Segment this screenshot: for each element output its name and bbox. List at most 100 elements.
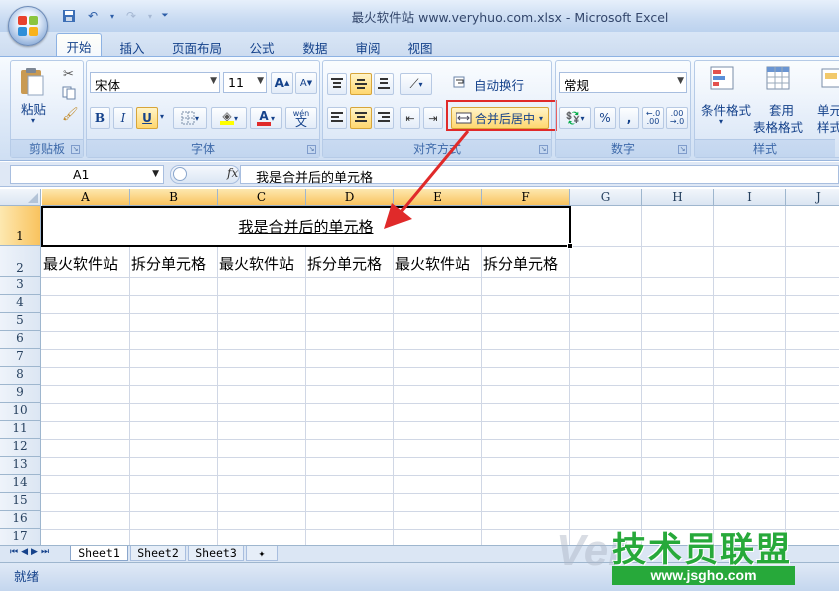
underline-dropdown-icon[interactable]: ▾ [160,112,164,121]
comma-button[interactable]: , [619,107,639,129]
select-all-corner[interactable] [0,189,41,206]
row-header-14[interactable]: 14 [0,475,41,493]
tab-home[interactable]: 开始 [56,33,102,57]
number-launcher-icon[interactable]: ↘ [678,145,687,154]
sheet-nav-icons[interactable]: ⏮◀▶⏭ [10,547,52,557]
borders-button[interactable]: ▾ [173,107,207,129]
grow-font-button[interactable]: A ▲ [271,72,293,94]
insert-function-icon[interactable]: fx [227,166,238,180]
font-name-select[interactable]: 宋体 ▼ [90,72,220,93]
increase-decimal-button[interactable]: ←.0 .00 [642,107,664,129]
row-header-7[interactable]: 7 [0,349,41,367]
redo-dropdown-icon[interactable]: ▾ [146,7,154,25]
row-header-10[interactable]: 10 [0,403,41,421]
align-center-button[interactable] [350,107,372,129]
conditional-format-button[interactable]: 条件格式 [701,100,751,119]
row-header-9[interactable]: 9 [0,385,41,403]
row-header-13[interactable]: 13 [0,457,41,475]
bold-button[interactable]: B [90,107,110,129]
align-middle-button[interactable] [350,73,372,95]
font-color-button[interactable]: A ▾ [250,107,282,129]
row-header-6[interactable]: 6 [0,331,41,349]
clipboard-launcher-icon[interactable]: ↘ [71,145,80,154]
cell-b2[interactable]: 拆分单元格 [131,253,217,274]
tab-data[interactable]: 数据 [296,35,334,57]
sheet-tab-3[interactable]: Sheet3 [188,546,244,561]
align-top-button[interactable] [327,73,347,95]
fill-handle[interactable] [567,243,573,249]
undo-dropdown-icon[interactable]: ▾ [108,7,116,25]
row-header-5[interactable]: 5 [0,313,41,331]
name-box-dropdown-icon[interactable]: ▼ [152,169,159,179]
align-middle-icon [355,79,367,89]
customize-toolbar-icon[interactable]: ⏷ [160,7,170,25]
font-launcher-icon[interactable]: ↘ [307,145,316,154]
tab-page-layout[interactable]: 页面布局 [165,35,229,57]
currency-button[interactable]: 💱 ▾ [559,107,591,129]
col-header-f[interactable]: F [482,189,570,206]
tab-insert[interactable]: 插入 [112,35,152,57]
col-header-c[interactable]: C [218,189,306,206]
sheet-tab-1[interactable]: Sheet1 [70,546,128,561]
formula-input[interactable]: 我是合并后的单元格 [240,165,839,186]
paste-icon[interactable] [19,67,45,97]
redo-icon[interactable]: ↷ [122,7,140,25]
align-bottom-button[interactable] [374,73,394,95]
row-header-3[interactable]: 3 [0,277,41,295]
row-header-8[interactable]: 8 [0,367,41,385]
orientation-button[interactable]: ⟋ ▾ [400,73,432,95]
cell-f2[interactable]: 拆分单元格 [483,253,569,274]
save-icon[interactable] [60,7,78,25]
tab-formulas[interactable]: 公式 [243,35,281,57]
format-table-line2[interactable]: 表格格式 [753,117,803,136]
shrink-font-button[interactable]: A ▼ [295,72,317,94]
fill-color-button[interactable]: ◈ ▾ [211,107,247,129]
font-size-select[interactable]: 11 ▼ [223,72,267,93]
col-header-a[interactable]: A [42,189,130,206]
cell-e2[interactable]: 最火软件站 [395,253,481,274]
conditional-dropdown-icon[interactable]: ▾ [719,117,723,126]
col-header-i[interactable]: I [714,189,786,206]
row-header-17[interactable]: 17 [0,529,41,545]
col-header-j[interactable]: J [786,189,839,206]
percent-button[interactable]: % [594,107,616,129]
cell-styles-line2[interactable]: 样式 [817,117,839,136]
format-table-icon[interactable] [765,65,793,93]
cut-icon[interactable]: ✂ [63,67,74,82]
row-header-12[interactable]: 12 [0,439,41,457]
name-box[interactable]: A1 ▼ [10,165,164,184]
italic-button[interactable]: I [113,107,133,129]
cell-c2[interactable]: 最火软件站 [219,253,305,274]
alignment-launcher-icon[interactable]: ↘ [539,145,548,154]
col-header-b[interactable]: B [130,189,218,206]
expand-icon[interactable] [173,167,187,181]
undo-icon[interactable]: ↶ [84,7,102,25]
underline-button[interactable]: U [136,107,158,129]
merged-cell-a1[interactable]: 我是合并后的单元格 [41,206,573,249]
row-header-1[interactable]: 1 [0,206,41,246]
office-button[interactable] [8,6,48,46]
row-header-11[interactable]: 11 [0,421,41,439]
sheet-tab-2[interactable]: Sheet2 [130,546,186,561]
number-format-select[interactable]: 常规 ▼ [559,72,687,93]
conditional-format-icon[interactable] [709,65,737,93]
col-header-g[interactable]: G [570,189,642,206]
decrease-decimal-button[interactable]: .00 →.0 [666,107,688,129]
align-left-button[interactable] [327,107,347,129]
row-header-2[interactable]: 2 [0,246,41,277]
row-header-16[interactable]: 16 [0,511,41,529]
row-header-15[interactable]: 15 [0,493,41,511]
cell-d2[interactable]: 拆分单元格 [307,253,393,274]
format-painter-icon[interactable]: 🖌 [62,107,79,122]
copy-icon[interactable] [62,86,76,100]
paste-dropdown-icon[interactable]: ▾ [31,116,35,125]
wrap-text-button[interactable]: 自动换行 [474,75,524,94]
row-header-4[interactable]: 4 [0,295,41,313]
cell-a2[interactable]: 最火软件站 [43,253,129,274]
tab-view[interactable]: 视图 [401,35,439,57]
phonetic-guide-button[interactable]: wén 文 [285,107,317,129]
tab-review[interactable]: 审阅 [349,35,387,57]
cell-styles-icon[interactable] [820,65,839,93]
col-header-h[interactable]: H [642,189,714,206]
insert-sheet-icon[interactable]: ✦ [246,546,278,561]
